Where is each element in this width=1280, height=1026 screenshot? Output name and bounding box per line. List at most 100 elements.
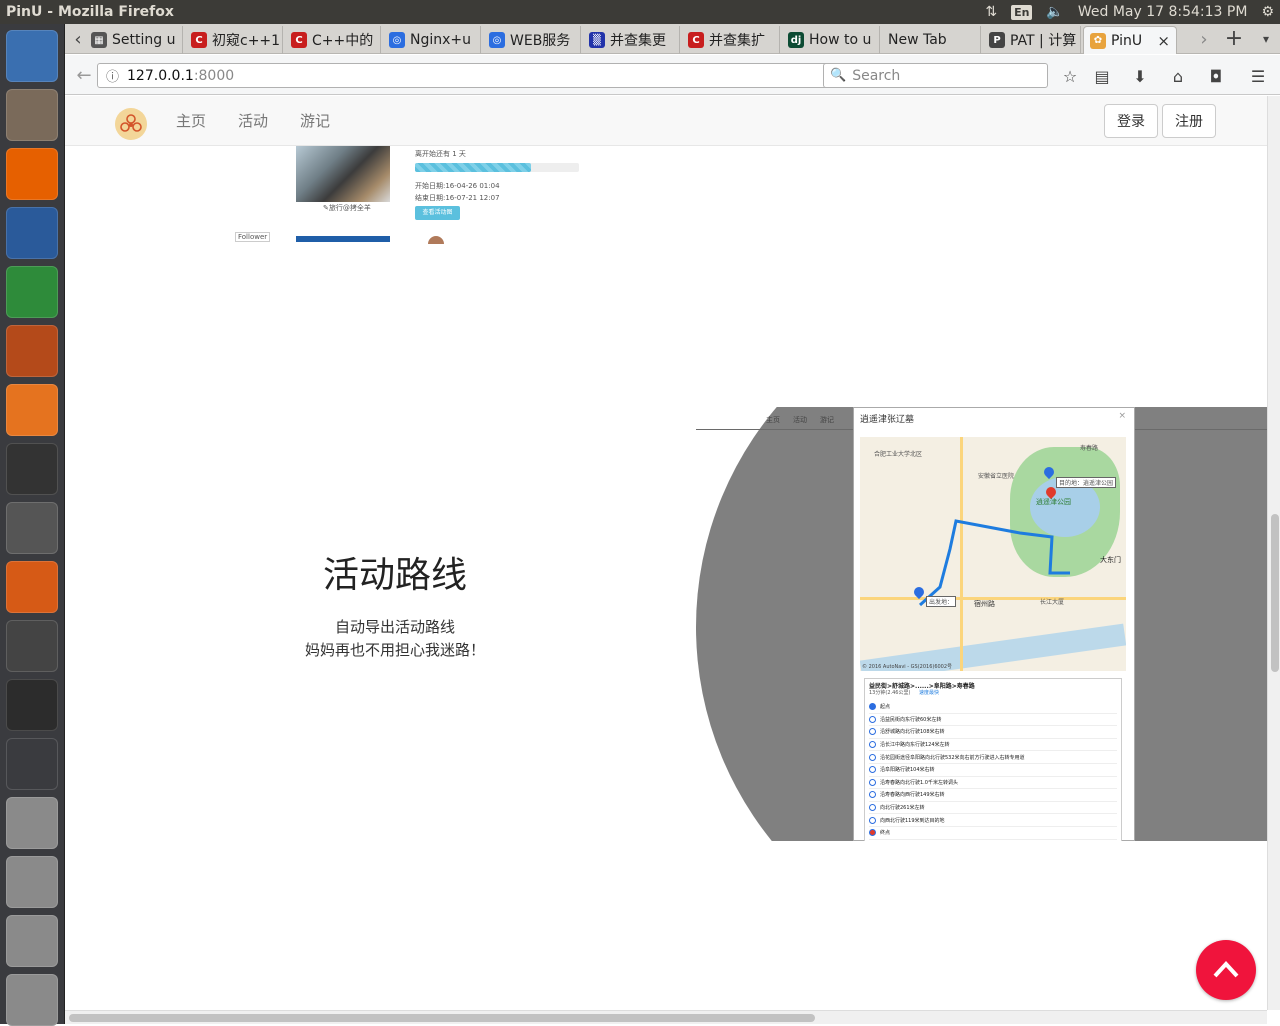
tab-close-icon[interactable]: × xyxy=(1157,32,1170,50)
panel-indicators: ⇅ En 🔈 Wed May 17 8:54:13 PM ⚙ xyxy=(985,0,1274,24)
route-step-text: 终点 xyxy=(880,830,891,837)
tab-label: Nginx+u xyxy=(410,32,472,48)
tab-label: PAT | 计算 xyxy=(1010,33,1077,49)
back-to-top-button[interactable] xyxy=(1196,940,1256,1000)
drive-3-icon[interactable] xyxy=(6,915,58,967)
tab-label: C++中的 xyxy=(312,33,374,49)
tab-1[interactable]: C 初窥c++1 xyxy=(185,26,283,54)
tab-3[interactable]: ◎ Nginx+u xyxy=(383,26,481,54)
clock[interactable]: Wed May 17 8:54:13 PM xyxy=(1078,4,1248,20)
map-modal-close-icon[interactable]: × xyxy=(1118,411,1126,421)
software-center-icon[interactable] xyxy=(6,384,58,436)
tab-6[interactable]: C 并查集扩 xyxy=(682,26,780,54)
files-icon[interactable] xyxy=(6,89,58,141)
origin-label: 出发地： xyxy=(926,596,957,607)
map-road-label-5: 安徽省立医院 xyxy=(978,473,1015,480)
downloads-icon[interactable]: ⬇ xyxy=(1129,65,1151,87)
login-button[interactable]: 登录 xyxy=(1104,104,1158,138)
libreoffice-calc-icon[interactable] xyxy=(6,266,58,318)
next-activity-avatar[interactable] xyxy=(428,236,444,244)
amazon-icon[interactable] xyxy=(6,443,58,495)
launcher xyxy=(0,24,65,1026)
tab-9[interactable]: P PAT | 计算 xyxy=(983,26,1081,54)
menu-icon[interactable]: ☰ xyxy=(1247,65,1269,87)
pocket-icon[interactable]: ◘ xyxy=(1205,65,1227,87)
site-header: 主页 活动 游记 登录 注册 xyxy=(65,96,1267,146)
search-bar[interactable]: 🔍 Search xyxy=(823,63,1048,88)
next-activity-photo[interactable] xyxy=(296,236,390,242)
park-label: 逍遥津公园 xyxy=(1036,498,1071,506)
keyboard-layout-indicator[interactable]: En xyxy=(1011,4,1033,20)
nav-activities[interactable]: 活动 xyxy=(238,96,268,146)
preview-nav-home: 主页 xyxy=(766,416,780,424)
cd-icon[interactable] xyxy=(6,561,58,613)
tab-label: 并查集扩 xyxy=(709,33,765,49)
route-step: 向西北行驶119米到达目的地 xyxy=(869,814,1117,827)
map-area[interactable]: 目的地：逍遥津公园 出发地： 逍遥津公园 寿春路 长江大厦 大东门 合肥工业大学… xyxy=(860,437,1126,671)
vertical-scrollbar[interactable] xyxy=(1267,96,1280,1010)
tab-label: WEB服务 xyxy=(510,33,571,49)
libreoffice-impress-icon[interactable] xyxy=(6,325,58,377)
route-step: 沿益民街向东行驶60米左转 xyxy=(869,714,1117,727)
terminal-icon[interactable] xyxy=(6,679,58,731)
ubuntu-dash-icon[interactable] xyxy=(6,30,58,82)
reading-list-icon[interactable]: ▤ xyxy=(1091,65,1113,87)
route-step: 沿舒城路向北行驶108米右转 xyxy=(869,726,1117,739)
site-logo[interactable] xyxy=(115,108,147,140)
colored-squares-icon[interactable] xyxy=(6,620,58,672)
tab-2[interactable]: C C++中的 xyxy=(285,26,381,54)
route-step-text: 沿寿春路向北行驶1.0千米左转调头 xyxy=(880,779,958,786)
feature-desc-line-1: 自动导出活动路线 xyxy=(334,618,455,636)
route-step-text: 沿花园街途径阜阳路向北行驶532米向右前方行驶进入右转专用道 xyxy=(880,754,1025,761)
route-step-text: 沿长江中路向东行驶124米左转 xyxy=(880,742,950,749)
power-gear-icon[interactable]: ⚙ xyxy=(1261,4,1274,20)
volume-icon[interactable]: 🔈 xyxy=(1046,4,1063,20)
workspace-switcher-icon[interactable] xyxy=(6,738,58,790)
site-info-icon[interactable]: ⓘ xyxy=(106,66,119,85)
network-icon[interactable]: ⇅ xyxy=(985,4,997,20)
activity-countdown: 离开始还有 1 天 xyxy=(415,150,466,158)
drive-2-icon[interactable] xyxy=(6,856,58,908)
route-step-icon xyxy=(869,804,876,812)
route-step-icon xyxy=(869,778,876,786)
preview-nav-travelogues: 游记 xyxy=(820,416,834,424)
home-icon[interactable]: ⌂ xyxy=(1167,65,1189,87)
tab-favicon-icon: ◎ xyxy=(389,32,405,48)
tab-8[interactable]: New Tab xyxy=(882,26,981,54)
tab-10[interactable]: ✿ PinU × xyxy=(1083,26,1177,54)
back-button[interactable]: ← xyxy=(73,64,95,86)
tab-4[interactable]: ◎ WEB服务 xyxy=(483,26,581,54)
list-all-tabs-icon[interactable]: ▾ xyxy=(1255,28,1277,50)
tab-7[interactable]: dj How to u xyxy=(782,26,880,54)
nav-travelogues[interactable]: 游记 xyxy=(300,96,330,146)
activity-photo[interactable] xyxy=(296,146,390,202)
activity-caption: ✎旅行@拷全羊 xyxy=(323,204,371,212)
new-tab-icon[interactable]: + xyxy=(1223,26,1245,51)
view-activity-map-button[interactable]: 查看活动图 xyxy=(415,206,460,220)
map-road-label-2: 长江大厦 xyxy=(1040,599,1065,606)
horizontal-scrollbar[interactable] xyxy=(65,1010,1267,1024)
firefox-icon[interactable] xyxy=(6,148,58,200)
tab-scroll-right-icon[interactable]: › xyxy=(1193,28,1215,50)
horizontal-scroll-thumb[interactable] xyxy=(69,1014,815,1022)
map-modal-title: 逍遥津张辽墓 xyxy=(860,415,915,425)
nav-home[interactable]: 主页 xyxy=(176,96,206,146)
tab-favicon-icon: ▦ xyxy=(91,32,107,48)
register-button[interactable]: 注册 xyxy=(1162,104,1216,138)
tab-5[interactable]: ▒ 并查集更 xyxy=(583,26,680,54)
url-bar[interactable]: ⓘ 127.0.0.1:8000 ↻ xyxy=(97,63,847,88)
tab-0[interactable]: ▦ Setting u xyxy=(85,26,183,54)
follower-badge: Follower xyxy=(235,232,271,242)
tab-label: PinU xyxy=(1111,32,1143,49)
system-settings-icon[interactable] xyxy=(6,502,58,554)
libreoffice-writer-icon[interactable] xyxy=(6,207,58,259)
route-step-icon xyxy=(869,728,876,736)
route-step-text: 向北行驶261米左转 xyxy=(880,805,925,812)
route-step-text: 起点 xyxy=(880,704,891,711)
drive-4-icon[interactable] xyxy=(6,974,58,1026)
drive-1-icon[interactable] xyxy=(6,797,58,849)
vertical-scroll-thumb[interactable] xyxy=(1271,514,1279,672)
tab-label: 并查集更 xyxy=(610,33,666,49)
bookmark-star-icon[interactable]: ☆ xyxy=(1059,65,1081,87)
tab-favicon-icon: C xyxy=(291,32,307,48)
